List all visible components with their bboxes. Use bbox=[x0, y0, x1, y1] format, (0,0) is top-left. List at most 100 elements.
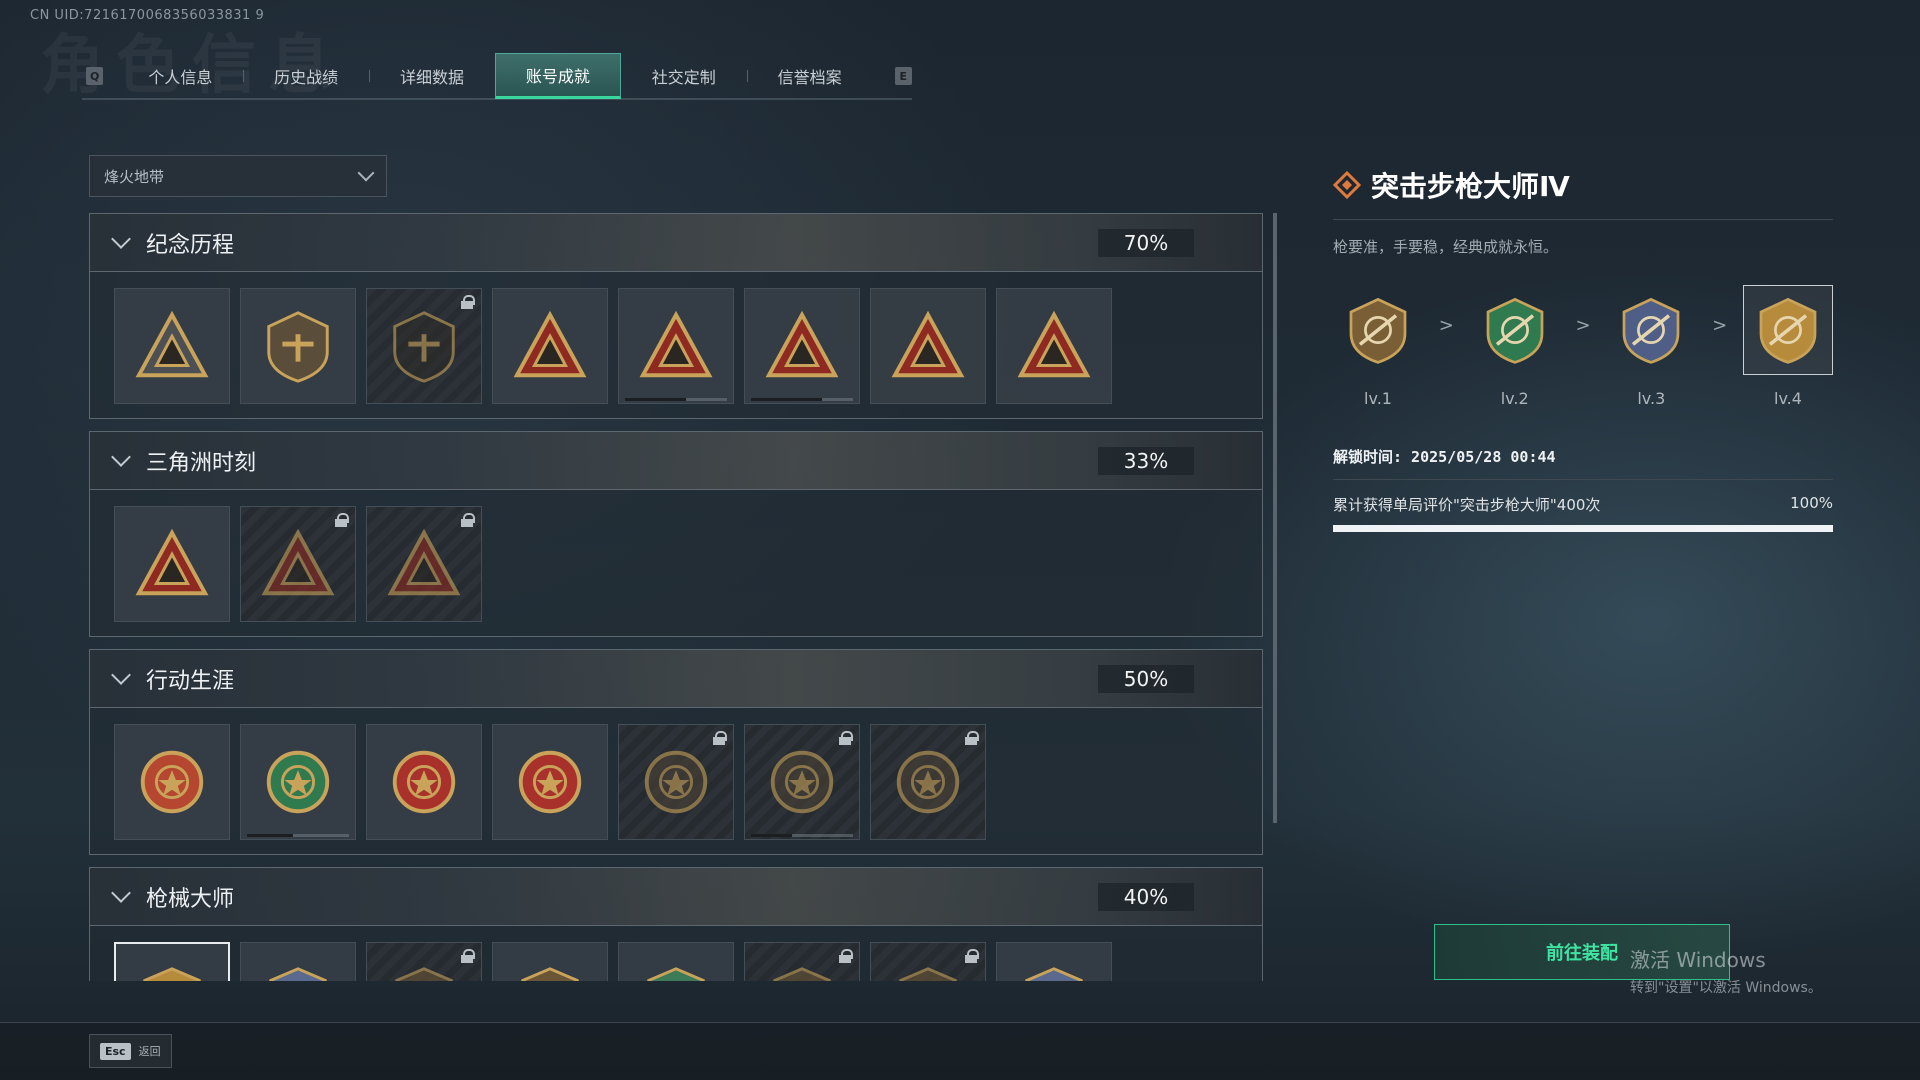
achievement-badge[interactable] bbox=[870, 288, 986, 404]
tab-4[interactable]: 账号成就 bbox=[494, 53, 621, 99]
section-header[interactable]: 三角洲时刻 33% bbox=[90, 432, 1262, 490]
achievement-badge[interactable] bbox=[492, 942, 608, 981]
operator-emblem-icon bbox=[261, 528, 335, 596]
number-one-emblem-icon bbox=[1017, 310, 1091, 378]
section-header[interactable]: 枪械大师 40% bbox=[90, 868, 1262, 926]
windows-activation-watermark: 激活 Windows 转到"设置"以激活 Windows。 bbox=[1630, 944, 1822, 997]
achievement-badge[interactable] bbox=[996, 942, 1112, 981]
achievement-badge[interactable] bbox=[240, 288, 356, 404]
level-item[interactable]: lv.2 bbox=[1470, 285, 1560, 408]
helicopter-emblem-icon bbox=[267, 311, 329, 383]
level-badge-box bbox=[1606, 285, 1696, 375]
level-item[interactable]: lv.3 bbox=[1606, 285, 1696, 408]
green-shield-medal-icon bbox=[266, 750, 330, 814]
achievement-badge[interactable] bbox=[870, 942, 986, 981]
achievement-badge[interactable] bbox=[744, 942, 860, 981]
section-percent: 70% bbox=[1098, 229, 1194, 257]
tab-1[interactable]: 个人信息 bbox=[117, 53, 243, 99]
s7-emblem-icon bbox=[765, 310, 839, 378]
achievement-badge[interactable] bbox=[366, 288, 482, 404]
list-scrollbar[interactable] bbox=[1273, 213, 1277, 823]
section-percent: 33% bbox=[1098, 447, 1194, 475]
level-arrow: > bbox=[1438, 315, 1454, 336]
rifle-master-green-badge-icon bbox=[1486, 297, 1544, 364]
achievement-list[interactable]: 纪念历程 70% 三角洲时刻 33% 行动生涯 50% 枪械大师 40% bbox=[89, 213, 1263, 981]
badge-grid bbox=[90, 708, 1262, 854]
lock-icon bbox=[839, 949, 853, 963]
achievement-badge[interactable] bbox=[240, 724, 356, 840]
tab-prev-key-hint: Q bbox=[86, 67, 104, 85]
achievement-badge[interactable] bbox=[240, 942, 356, 981]
section-header[interactable]: 纪念历程 70% bbox=[90, 214, 1262, 272]
gem-emblem-icon bbox=[387, 528, 461, 596]
achievement-section: 纪念历程 70% bbox=[89, 213, 1263, 419]
badge-progress-bar bbox=[625, 398, 727, 401]
achievement-badge[interactable] bbox=[744, 288, 860, 404]
badge-grid bbox=[90, 272, 1262, 418]
lock-icon bbox=[965, 731, 979, 745]
achievement-badge[interactable] bbox=[870, 724, 986, 840]
achievement-badge[interactable] bbox=[366, 942, 482, 981]
tab-2[interactable]: 历史战绩 bbox=[243, 53, 369, 99]
rifle-green-badge-icon bbox=[647, 967, 705, 981]
rifle-master-gold-badge-icon bbox=[1759, 297, 1817, 364]
watermark-line1: 激活 Windows bbox=[1630, 948, 1766, 972]
achievement-badge[interactable] bbox=[744, 724, 860, 840]
level-label: lv.4 bbox=[1774, 389, 1802, 408]
rifle-master-bronze-badge-icon bbox=[1349, 297, 1407, 364]
back-button[interactable]: Esc 返回 bbox=[89, 1034, 172, 1068]
mode-select-dropdown[interactable]: 烽火地带 bbox=[89, 155, 387, 197]
achievement-badge[interactable] bbox=[114, 942, 230, 981]
rifle-blue-badge-icon bbox=[1025, 967, 1083, 981]
footer-bar bbox=[0, 1022, 1920, 1080]
level-arrow: > bbox=[1575, 315, 1591, 336]
level-label: lv.1 bbox=[1364, 389, 1392, 408]
watermark-line2: 转到"设置"以激活 Windows。 bbox=[1630, 980, 1822, 996]
uid-text: CN UID:7216170068356033831 9 bbox=[30, 8, 265, 23]
level-item[interactable]: lv.4 bbox=[1742, 285, 1833, 408]
section-header[interactable]: 行动生涯 50% bbox=[90, 650, 1262, 708]
lock-icon bbox=[461, 949, 475, 963]
achievement-badge[interactable] bbox=[240, 506, 356, 622]
achievement-badge[interactable] bbox=[996, 288, 1112, 404]
tab-5[interactable]: 社交定制 bbox=[621, 53, 747, 99]
achievement-badge[interactable] bbox=[618, 724, 734, 840]
lock-icon bbox=[713, 731, 727, 745]
lock-icon bbox=[461, 513, 475, 527]
section-percent: 50% bbox=[1098, 665, 1194, 693]
condition-percent: 100% bbox=[1790, 494, 1833, 512]
tab-3[interactable]: 详细数据 bbox=[369, 53, 495, 99]
usb-emblem-icon bbox=[135, 528, 209, 596]
top-tab-bar: Q 个人信息 历史战绩 详细数据 账号成就 社交定制 信誉档案 E bbox=[82, 53, 912, 100]
detail-description: 枪要准，手要稳，经典成就永恒。 bbox=[1333, 238, 1559, 256]
lock-icon bbox=[461, 295, 475, 309]
achievement-badge[interactable] bbox=[114, 724, 230, 840]
achievement-badge[interactable] bbox=[618, 942, 734, 981]
chevron-down-icon bbox=[357, 164, 375, 182]
level-badge-box bbox=[1470, 285, 1560, 375]
level-badge-box bbox=[1742, 285, 1833, 375]
achievement-section: 三角洲时刻 33% bbox=[89, 431, 1263, 637]
chevron-down-icon bbox=[111, 882, 131, 903]
achievement-badge[interactable] bbox=[618, 288, 734, 404]
rifle-bronze-badge-icon bbox=[521, 967, 579, 981]
tab-6[interactable]: 信誉档案 bbox=[746, 53, 873, 99]
rifle-blue-badge-icon bbox=[269, 967, 327, 981]
achievement-badge[interactable] bbox=[114, 288, 230, 404]
diamond-icon bbox=[1333, 171, 1361, 199]
achievement-detail-panel: 突击步枪大师Ⅳ 枪要准，手要稳，经典成就永恒。 lv.1 > lv.2 > lv… bbox=[1333, 165, 1833, 532]
rifle-gold-badge-icon bbox=[143, 967, 201, 981]
level-item[interactable]: lv.1 bbox=[1333, 285, 1423, 408]
achievement-badge[interactable] bbox=[114, 506, 230, 622]
achievement-badge[interactable] bbox=[492, 288, 608, 404]
lock-icon bbox=[839, 731, 853, 745]
achievement-badge[interactable] bbox=[492, 724, 608, 840]
achievement-badge[interactable] bbox=[366, 506, 482, 622]
section-title: 行动生涯 bbox=[146, 668, 235, 694]
red-diamond-medal-icon bbox=[518, 750, 582, 814]
badge-progress-bar bbox=[247, 834, 349, 837]
section-percent: 40% bbox=[1098, 883, 1194, 911]
achievement-badge[interactable] bbox=[366, 724, 482, 840]
shield-emblem-icon bbox=[393, 311, 455, 383]
badge-grid bbox=[90, 490, 1262, 636]
